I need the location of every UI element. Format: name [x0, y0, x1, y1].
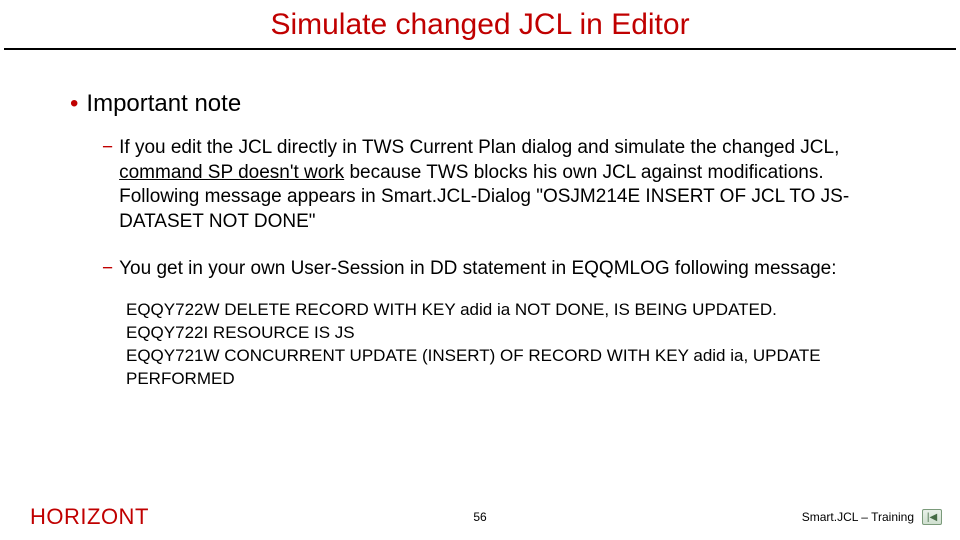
- footer-brand: HORIZONT: [30, 504, 149, 530]
- bullet-level1-text: Important note: [86, 90, 241, 118]
- log-message-block: EQQY722W DELETE RECORD WITH KEY adid ia …: [126, 299, 880, 391]
- footer-product: Smart.JCL – Training: [802, 510, 914, 524]
- bullet-level2-item: − If you edit the JCL directly in TWS Cu…: [102, 136, 890, 235]
- page-number: 56: [473, 510, 486, 524]
- bullet-level2-item: − You get in your own User-Session in DD…: [102, 257, 890, 282]
- bullet-level1: • Important note: [70, 90, 890, 118]
- log-line: EQQY722I RESOURCE IS JS: [126, 322, 880, 345]
- underlined-text: command SP doesn't work: [119, 162, 344, 183]
- nav-first-icon[interactable]: |◀: [922, 509, 942, 525]
- bullet-level2-text: If you edit the JCL directly in TWS Curr…: [119, 136, 890, 235]
- text-fragment: ": [309, 211, 316, 232]
- footer-right: Smart.JCL – Training |◀: [802, 509, 942, 525]
- bullet-dash-icon: −: [102, 257, 113, 282]
- slide-body: • Important note − If you edit the JCL d…: [0, 50, 960, 540]
- footer: HORIZONT 56 Smart.JCL – Training |◀: [0, 504, 960, 530]
- bullet-dash-icon: −: [102, 136, 113, 235]
- slide-title: Simulate changed JCL in Editor: [0, 0, 960, 48]
- log-line: EQQY722W DELETE RECORD WITH KEY adid ia …: [126, 299, 880, 322]
- bullet-dot-icon: •: [70, 90, 78, 118]
- log-line: EQQY721W CONCURRENT UPDATE (INSERT) OF R…: [126, 345, 880, 391]
- slide: Simulate changed JCL in Editor • Importa…: [0, 0, 960, 540]
- text-fragment: If you edit the JCL directly in TWS Curr…: [119, 137, 839, 158]
- bullet-level2-text: You get in your own User-Session in DD s…: [119, 257, 836, 282]
